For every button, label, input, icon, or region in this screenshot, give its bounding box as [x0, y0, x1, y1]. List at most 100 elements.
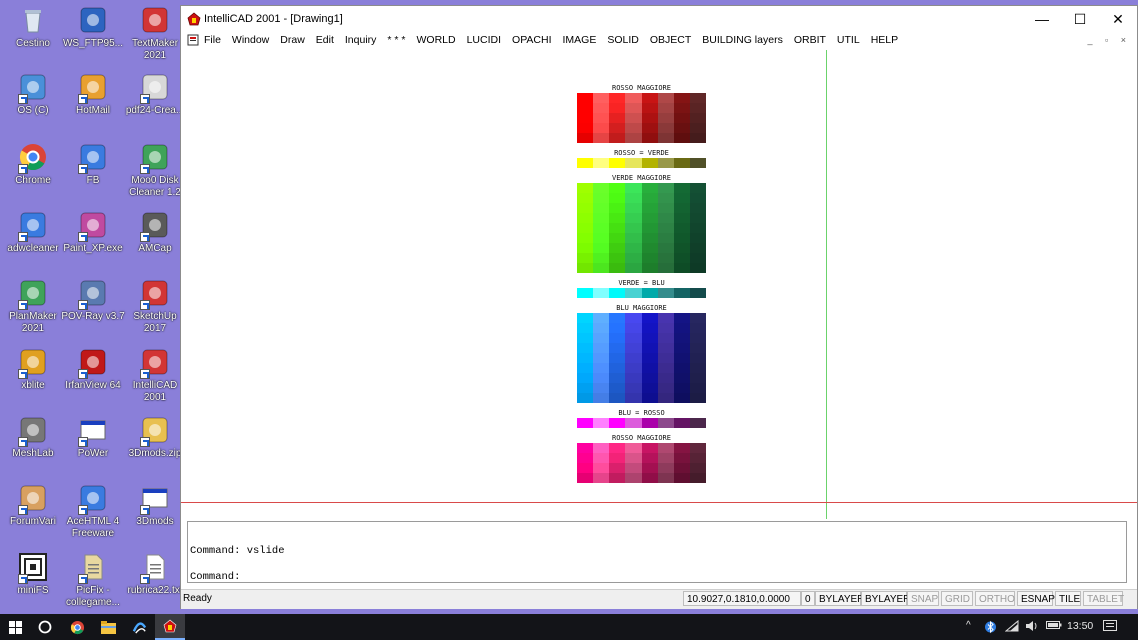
desktop-icon-picfix-collegame[interactable]: PicFix - collegame...: [60, 552, 126, 609]
close-button[interactable]: ✕: [1099, 6, 1137, 32]
menu-item-world[interactable]: WORLD: [417, 34, 456, 46]
desktop-icon-power[interactable]: PoWer: [60, 415, 126, 460]
desktop-icon-planmaker-2021[interactable]: PlanMaker 2021: [0, 278, 66, 335]
desktop-icon-paint-xp-exe[interactable]: Paint_XP.exe: [60, 210, 126, 255]
desktop-icon-acehtml-4-freeware[interactable]: AceHTML 4 Freeware: [60, 483, 126, 540]
menu-item-help[interactable]: HELP: [871, 34, 898, 46]
color-swatch: [657, 288, 674, 298]
desktop-icon-ws-ftp95[interactable]: WS_FTP95...: [60, 5, 126, 50]
menu-item-file[interactable]: File: [204, 34, 221, 46]
desktop-icon-pdf24-crea[interactable]: pdf24-Crea...: [122, 72, 188, 117]
desktop-icon-irfanview-64[interactable]: IrfanView 64: [60, 347, 126, 392]
minifs-icon: [18, 552, 48, 584]
taskbar-explorer[interactable]: [93, 614, 123, 640]
status-toggle-ortho[interactable]: ORTHO: [975, 591, 1015, 606]
taskbar-chrome[interactable]: [62, 614, 92, 640]
menu-item-inquiry[interactable]: Inquiry: [345, 34, 377, 46]
desktop-icon-textmaker-2021[interactable]: TextMaker 2021: [122, 5, 188, 62]
color-swatch: [625, 243, 642, 253]
desktop-icon-os-c[interactable]: OS (C): [0, 72, 66, 117]
linetype-display[interactable]: BYLAYER: [861, 591, 910, 606]
taskbar-intellicad[interactable]: [155, 614, 185, 640]
slide-section-label: VERDE MAGGIORE: [611, 174, 671, 182]
menu-item-solid[interactable]: SOLID: [607, 34, 639, 46]
desktop-icon-rubrica22-txt[interactable]: rubrica22.txt: [122, 552, 188, 597]
notifications-icon[interactable]: [1103, 620, 1117, 633]
status-ready: Ready: [183, 593, 212, 604]
menu-item-building-layers[interactable]: BUILDING layers: [702, 34, 783, 46]
menu-item-object[interactable]: OBJECT: [650, 34, 691, 46]
status-toggle-esnap[interactable]: ESNAP: [1017, 591, 1055, 606]
maximize-button[interactable]: ☐: [1061, 6, 1099, 32]
start-button[interactable]: [0, 614, 30, 640]
desktop-icon-cestino[interactable]: Cestino: [0, 5, 66, 50]
desktop-icon-xblite[interactable]: xblite: [0, 347, 66, 392]
volume-icon[interactable]: [1025, 620, 1039, 632]
color-display[interactable]: BYLAYER: [815, 591, 864, 606]
menu-item-orbit[interactable]: ORBIT: [794, 34, 826, 46]
intellicad-icon: [163, 619, 177, 633]
document-icon[interactable]: [187, 34, 199, 46]
menu-item-stars[interactable]: * * *: [387, 34, 405, 46]
intellicad-icon: [140, 347, 170, 379]
command-prompt[interactable]: Command:: [190, 571, 240, 583]
desktop-icon-3dmods[interactable]: 3Dmods: [122, 483, 188, 528]
bluetooth-icon[interactable]: [985, 620, 996, 634]
menu-item-window[interactable]: Window: [232, 34, 269, 46]
desktop-icon-adwcleaner[interactable]: adwcleaner: [0, 210, 66, 255]
color-swatch: [625, 253, 642, 263]
sketchup-icon: [140, 278, 170, 310]
color-swatch: [673, 193, 690, 203]
status-toggle-tile[interactable]: TILE: [1055, 591, 1081, 606]
color-swatch: [609, 373, 626, 383]
desktop-icon-fb[interactable]: FB: [60, 142, 126, 187]
status-toggle-grid[interactable]: GRID: [941, 591, 973, 606]
shortcut-arrow-icon: [18, 94, 28, 104]
color-swatch: [577, 383, 594, 393]
desktop-icon-forumvari[interactable]: ForumVari: [0, 483, 66, 528]
desktop-icon-amcap[interactable]: AMCap: [122, 210, 188, 255]
color-swatch: [673, 418, 690, 428]
layer-display[interactable]: 0: [801, 591, 815, 606]
color-swatch: [609, 463, 626, 473]
menu-item-util[interactable]: UTIL: [837, 34, 860, 46]
title-bar[interactable]: IntelliCAD 2001 - [Drawing1] — ☐ ✕: [181, 6, 1137, 32]
mdi-controls[interactable]: _ ▫ ×: [1088, 35, 1131, 45]
network-icon[interactable]: [1005, 620, 1019, 632]
menu-item-opachi[interactable]: OPACHI: [512, 34, 551, 46]
menu-item-edit[interactable]: Edit: [316, 34, 334, 46]
status-toggle-tablet[interactable]: TABLET: [1083, 591, 1124, 606]
shortcut-arrow-icon: [140, 300, 150, 310]
desktop-icon-intellicad-2001[interactable]: IntelliCAD 2001: [122, 347, 188, 404]
desktop-icon-moo0-disk-cleaner-1-2[interactable]: Moo0 Disk Cleaner 1.2: [122, 142, 188, 199]
menu-item-draw[interactable]: Draw: [280, 34, 305, 46]
desktop-icon-meshlab[interactable]: MeshLab: [0, 415, 66, 460]
color-swatch: [657, 343, 674, 353]
command-window[interactable]: Command: vslide Command:: [187, 521, 1127, 583]
color-swatch: [641, 193, 658, 203]
desktop-icon-chrome[interactable]: Chrome: [0, 142, 66, 187]
battery-icon[interactable]: [1046, 620, 1062, 630]
color-swatch: [641, 323, 658, 333]
menu-item-image[interactable]: IMAGE: [563, 34, 597, 46]
desktop-icon-pov-ray-v3-7[interactable]: POV-Ray v3.7: [60, 278, 126, 323]
status-toggle-snap[interactable]: SNAP: [907, 591, 939, 606]
drawing-canvas[interactable]: ROSSO MAGGIORE ROSSO = VERDE VERDE MAGGIOR…: [181, 50, 1137, 519]
color-swatch: [689, 223, 706, 233]
desktop-icon-hotmail[interactable]: HotMail: [60, 72, 126, 117]
search-button[interactable]: [30, 614, 60, 640]
desktop-icon-sketchup-2017[interactable]: SketchUp 2017: [122, 278, 188, 335]
color-swatch: [689, 333, 706, 343]
window-shortcut-icon: [140, 483, 170, 515]
desktop-icon-3dmods-zip[interactable]: 3Dmods.zip: [122, 415, 188, 460]
shortcut-arrow-icon: [140, 164, 150, 174]
slide-section-label: BLU = ROSSO: [618, 409, 665, 417]
clock[interactable]: 13:50: [1067, 620, 1093, 632]
desktop-icon-label: IntelliCAD 2001: [132, 380, 178, 403]
color-swatch: [625, 418, 642, 428]
taskbar-app-blue[interactable]: [124, 614, 154, 640]
menu-item-lucidi[interactable]: LUCIDI: [467, 34, 501, 46]
desktop-icon-minifs[interactable]: miniFS: [0, 552, 66, 597]
minimize-button[interactable]: —: [1023, 6, 1061, 32]
tray-overflow-caret[interactable]: ^: [966, 620, 971, 631]
